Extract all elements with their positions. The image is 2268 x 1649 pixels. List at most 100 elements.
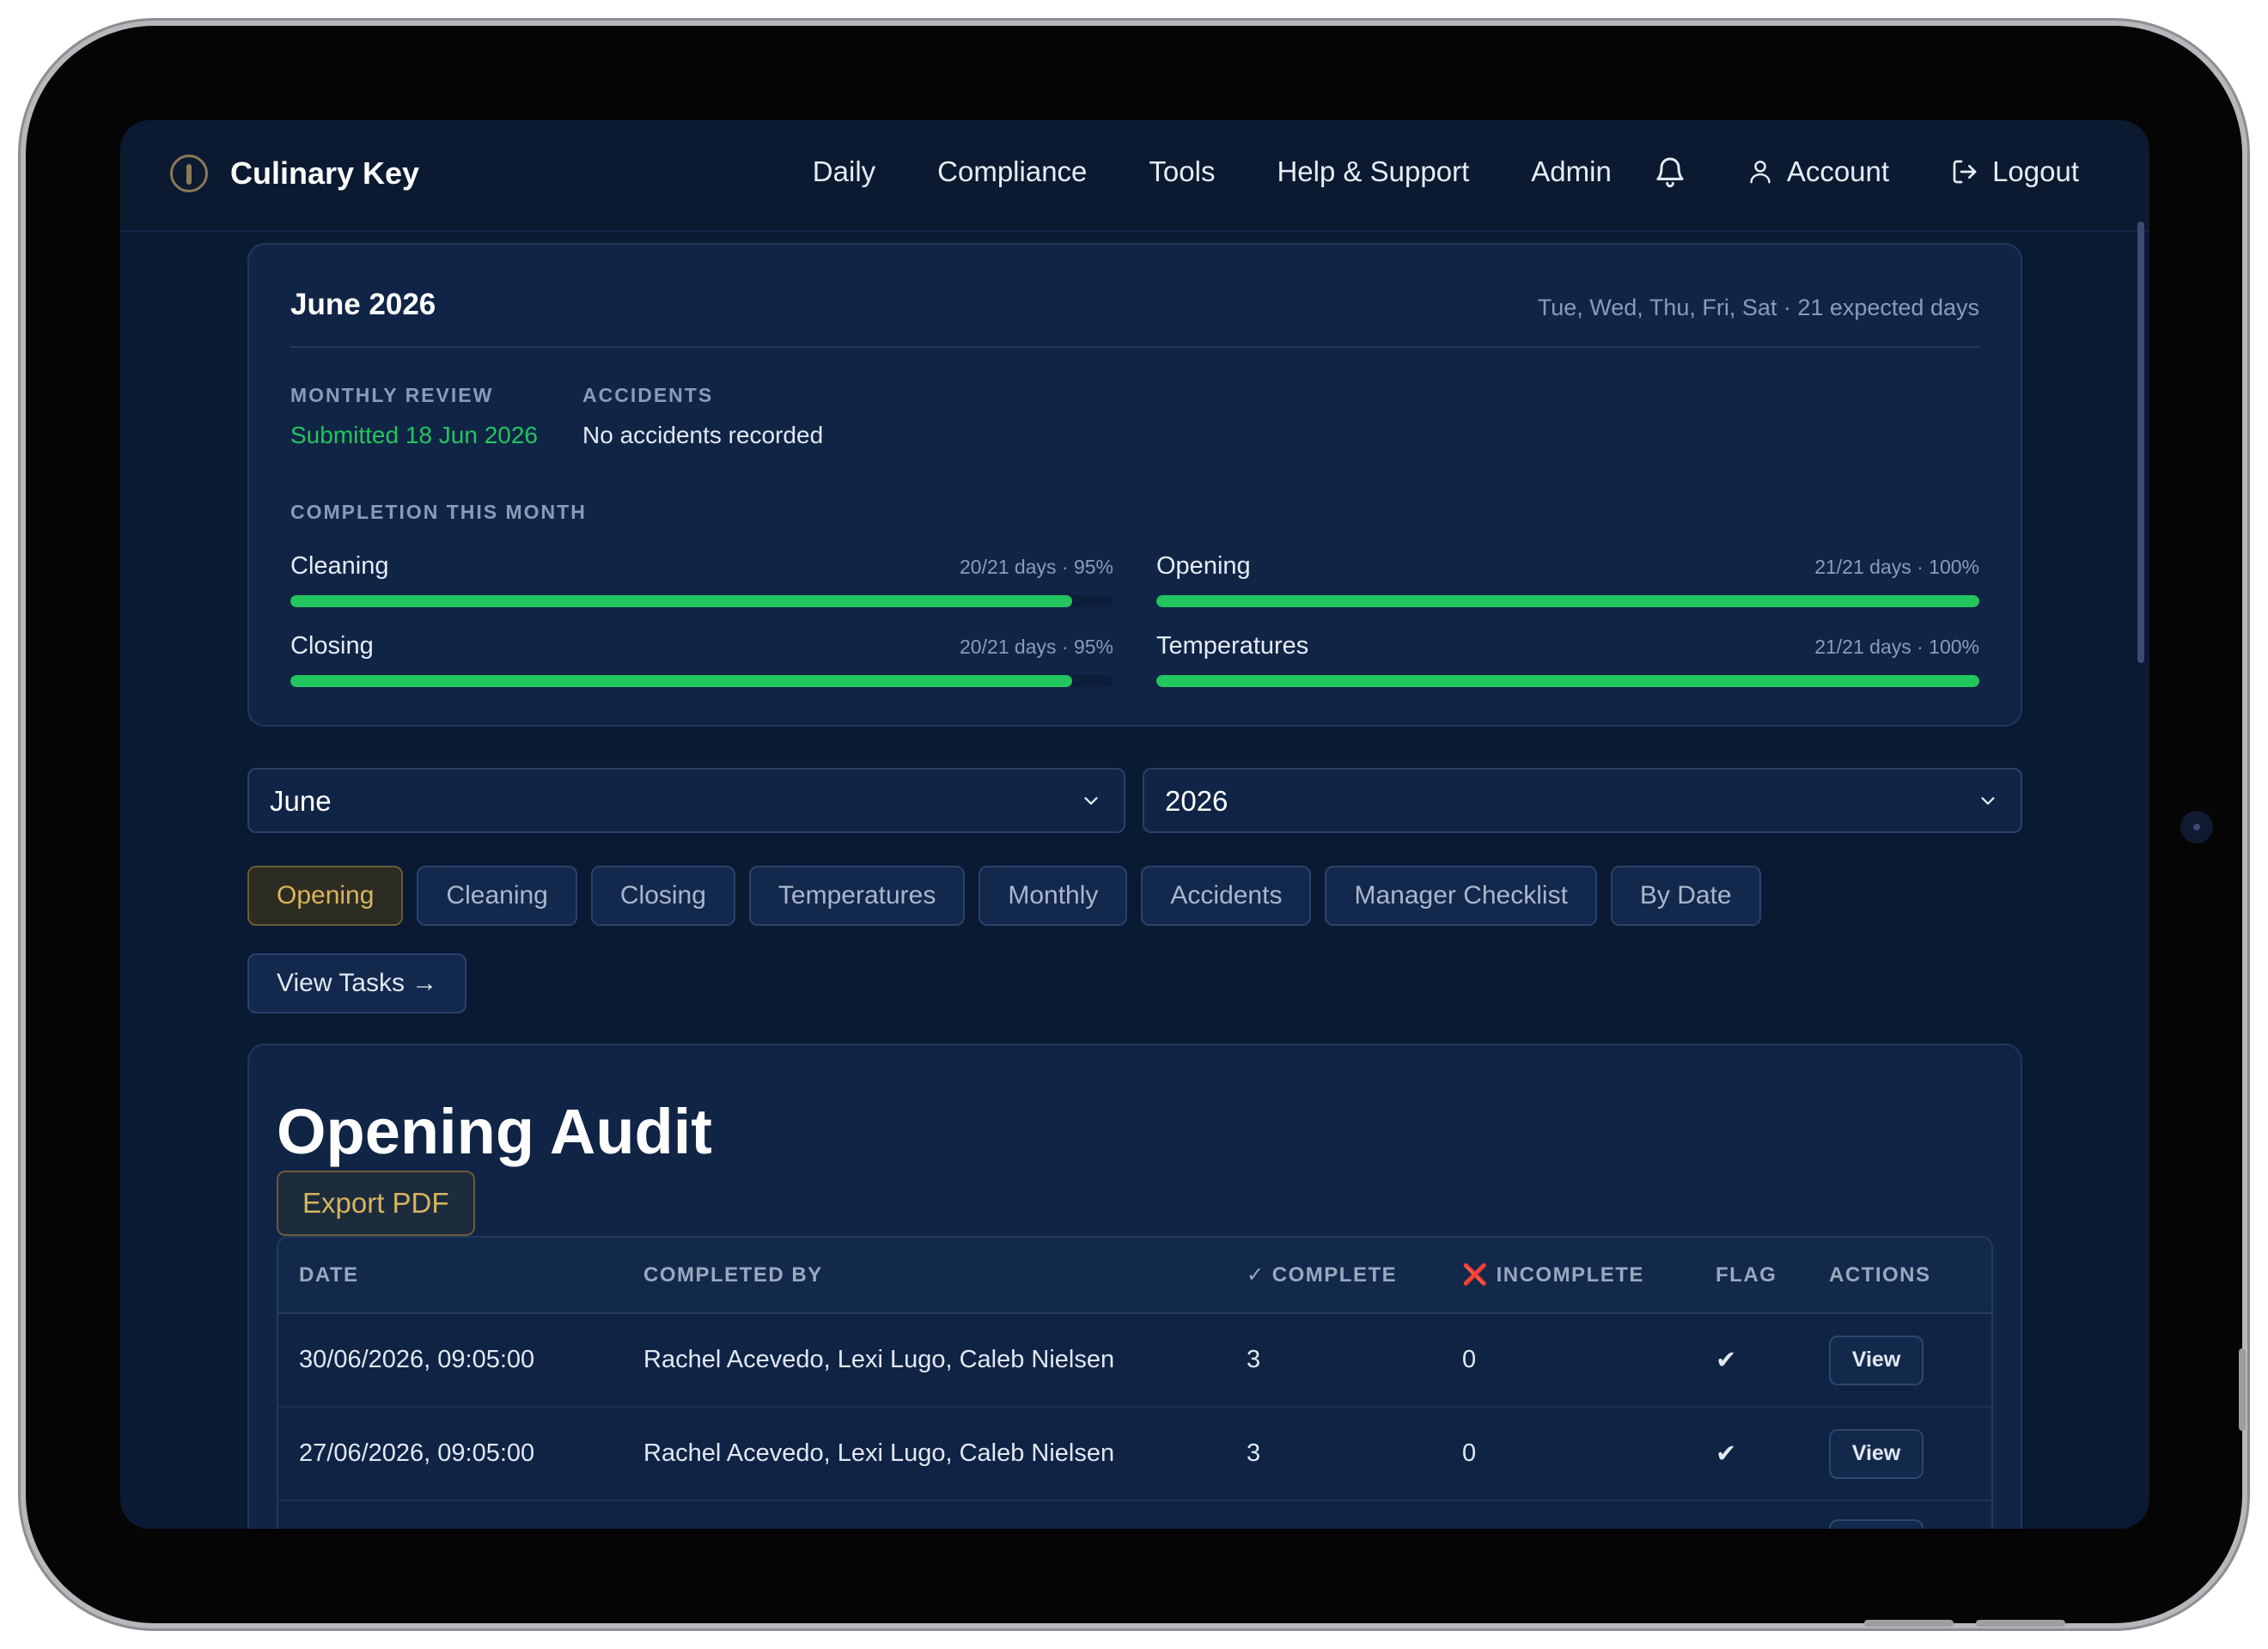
cell-completed-by: Rachel Acevedo, Lexi Lugo, Caleb Nielsen <box>623 1313 1226 1408</box>
monthly-review-label: MONTHLY REVIEW <box>290 384 494 406</box>
page-scrollbar[interactable] <box>2137 222 2144 663</box>
progress-fill <box>290 675 1073 687</box>
tab-opening[interactable]: Opening <box>247 866 404 926</box>
progress-track <box>290 595 1113 607</box>
brand-name: Culinary Key <box>230 155 420 191</box>
year-select-value: 2026 <box>1165 785 1228 817</box>
progress-name: Cleaning <box>290 552 389 580</box>
tab-manager-checklist[interactable]: Manager Checklist <box>1325 866 1597 926</box>
month-select[interactable]: June <box>247 768 1125 833</box>
accidents-label: ACCIDENTS <box>582 384 714 406</box>
progress-meta: 20/21 days · 95% <box>959 636 1113 658</box>
tab-by-date[interactable]: By Date <box>1610 866 1761 926</box>
audit-card: Opening Audit Export PDF DATE COMPLETED … <box>247 1044 2022 1529</box>
progress-meta: 21/21 days · 100% <box>1814 556 1979 578</box>
tab-temperatures[interactable]: Temperatures <box>748 866 966 926</box>
cell-completed-by: Rachel Acevedo, Lexi Lugo, Caleb Nielsen <box>623 1407 1226 1501</box>
cell-date: 27/06/2026, 09:05:00 <box>278 1407 623 1501</box>
accidents-value: No accidents recorded <box>582 422 824 448</box>
cell-actions: View <box>1808 1407 1991 1501</box>
cell-actions: View <box>1808 1313 1991 1408</box>
cell-flag <box>1695 1500 1808 1529</box>
nav-daily[interactable]: Daily <box>813 155 875 188</box>
progress-fill <box>290 595 1073 607</box>
cell-completed-by <box>623 1500 1226 1529</box>
progress-fill <box>1156 595 1979 607</box>
col-complete: ✓ COMPLETE <box>1226 1238 1442 1314</box>
progress-track <box>1156 595 1979 607</box>
chevron-down-icon <box>1981 797 1995 805</box>
progress-meta: 20/21 days · 95% <box>959 556 1113 578</box>
chevron-down-icon <box>1084 797 1098 805</box>
side-button <box>2239 1348 2246 1431</box>
cell-date <box>278 1500 623 1529</box>
progress-name: Opening <box>1156 552 1251 580</box>
view-button[interactable]: View <box>1829 1335 1924 1385</box>
top-nav: Culinary Key Daily Compliance Tools Help… <box>120 120 2149 232</box>
nav-links: Daily Compliance Tools Help & Support Ad… <box>813 153 2079 191</box>
audit-table: DATE COMPLETED BY ✓ COMPLETE ❌ INCOMPLET… <box>277 1236 1993 1529</box>
progress-name: Closing <box>290 632 374 660</box>
user-icon <box>1750 161 1771 184</box>
bell-icon[interactable] <box>1653 153 1701 191</box>
tab-accidents[interactable]: Accidents <box>1141 866 1312 926</box>
nav-admin[interactable]: Admin <box>1531 155 1612 188</box>
cell-complete: 3 <box>1226 1313 1442 1408</box>
nav-help-support[interactable]: Help & Support <box>1277 155 1469 188</box>
summary-title: June 2026 <box>290 288 436 321</box>
table-row <box>278 1500 1991 1529</box>
nav-tools[interactable]: Tools <box>1149 155 1215 188</box>
cell-complete <box>1226 1500 1442 1529</box>
table-row: 27/06/2026, 09:05:00 Rachel Acevedo, Lex… <box>278 1407 1991 1501</box>
audit-tabs: Opening Cleaning Closing Temperatures Mo… <box>247 866 1775 926</box>
view-tasks-button[interactable]: View Tasks → <box>247 953 467 1013</box>
tab-monthly[interactable]: Monthly <box>979 866 1128 926</box>
month-summary-card: June 2026 Tue, Wed, Thu, Fri, Sat · 21 e… <box>247 243 2022 727</box>
export-pdf-button[interactable]: Export PDF <box>277 1171 475 1236</box>
cell-complete: 3 <box>1226 1407 1442 1501</box>
col-date: DATE <box>278 1238 623 1314</box>
cell-incomplete <box>1442 1500 1695 1529</box>
cell-incomplete: 0 <box>1442 1407 1695 1501</box>
logout-icon <box>1953 160 1977 184</box>
tab-closing[interactable]: Closing <box>590 866 735 926</box>
completion-label: COMPLETION THIS MONTH <box>290 501 587 523</box>
brand[interactable]: Culinary Key <box>170 155 419 192</box>
top-button <box>1864 1620 1954 1627</box>
x-mark-icon: ❌ <box>1462 1263 1490 1287</box>
camera <box>2180 811 2213 843</box>
col-incomplete-label: INCOMPLETE <box>1496 1263 1644 1287</box>
summary-schedule: Tue, Wed, Thu, Fri, Sat · 21 expected da… <box>1537 295 1979 320</box>
cell-incomplete: 0 <box>1442 1313 1695 1408</box>
nav-compliance[interactable]: Compliance <box>937 155 1087 188</box>
view-button[interactable] <box>1829 1518 1924 1529</box>
table-row: 30/06/2026, 09:05:00 Rachel Acevedo, Lex… <box>278 1313 1991 1408</box>
nav-logout[interactable]: Logout <box>1951 155 2079 188</box>
progress-meta: 21/21 days · 100% <box>1814 636 1979 658</box>
table-header-row: DATE COMPLETED BY ✓ COMPLETE ❌ INCOMPLET… <box>278 1238 1991 1314</box>
year-select[interactable]: 2026 <box>1143 768 2022 833</box>
progress-name: Temperatures <box>1156 632 1309 660</box>
nav-account[interactable]: Account <box>1747 155 1889 188</box>
progress-fill <box>1156 675 1979 687</box>
tab-cleaning[interactable]: Cleaning <box>417 866 577 926</box>
cell-date: 30/06/2026, 09:05:00 <box>278 1313 623 1408</box>
nav-logout-label: Logout <box>1992 155 2079 187</box>
col-completed-by: COMPLETED BY <box>623 1238 1226 1314</box>
app-screen: Culinary Key Daily Compliance Tools Help… <box>120 120 2149 1529</box>
progress-track <box>290 675 1113 687</box>
nav-account-label: Account <box>1786 155 1890 187</box>
view-button[interactable]: View <box>1829 1428 1924 1479</box>
summary-divider <box>290 346 1979 348</box>
top-button <box>1976 1620 2065 1627</box>
audit-title: Opening Audit <box>277 1096 712 1167</box>
monthly-review-value: Submitted 18 Jun 2026 <box>290 422 538 448</box>
cell-actions <box>1808 1500 1991 1529</box>
col-incomplete: ❌ INCOMPLETE <box>1442 1238 1695 1314</box>
flag-check-icon: ✔ <box>1695 1313 1808 1408</box>
col-flag: FLAG <box>1695 1238 1808 1314</box>
col-actions: ACTIONS <box>1808 1238 1991 1314</box>
progress-track <box>1156 675 1979 687</box>
logo-icon <box>170 155 208 192</box>
month-select-value: June <box>270 785 332 817</box>
